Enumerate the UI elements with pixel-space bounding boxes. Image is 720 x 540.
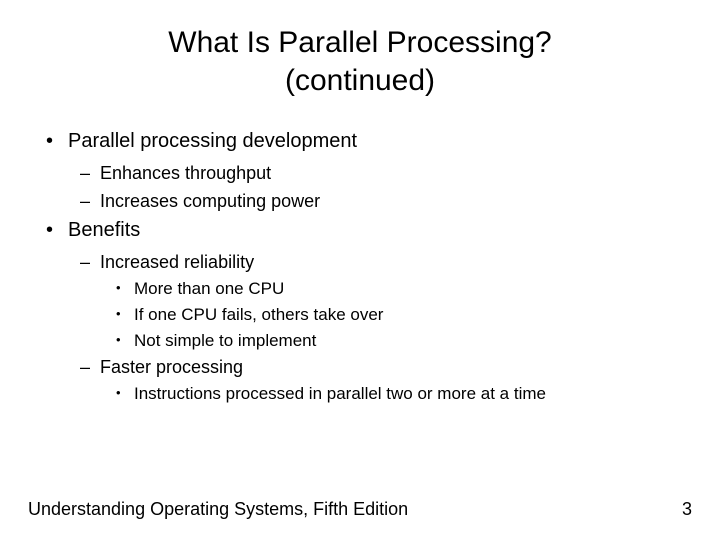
slide-footer: Understanding Operating Systems, Fifth E… <box>28 499 692 520</box>
bullet-text: More than one CPU <box>134 279 284 298</box>
bullet-text: Faster processing <box>100 357 243 377</box>
bullet-text: Enhances throughput <box>100 163 271 183</box>
bullet-throughput: Enhances throughput <box>80 160 692 186</box>
bullet-parallel-instructions: Instructions processed in parallel two o… <box>116 382 692 407</box>
bullet-parallel-dev: Parallel processing development <box>46 127 692 156</box>
slide-title: What Is Parallel Processing? (continued) <box>28 24 692 99</box>
bullet-text: Increases computing power <box>100 191 320 211</box>
bullet-text: Benefits <box>68 219 140 241</box>
bullet-text: Not simple to implement <box>134 331 316 350</box>
footer-book: Understanding Operating Systems, Fifth E… <box>28 499 408 520</box>
title-line-1: What Is Parallel Processing? <box>168 26 552 59</box>
bullet-benefits: Benefits <box>46 216 692 245</box>
bullet-computing-power: Increases computing power <box>80 188 692 214</box>
bullet-text: Increased reliability <box>100 252 254 272</box>
slide-body: Parallel processing development Enhances… <box>28 127 692 407</box>
bullet-text: If one CPU fails, others take over <box>134 305 383 324</box>
bullet-text: Parallel processing development <box>68 130 357 152</box>
bullet-cpu-failover: If one CPU fails, others take over <box>116 303 692 328</box>
bullet-more-cpu: More than one CPU <box>116 277 692 302</box>
bullet-faster: Faster processing <box>80 354 692 380</box>
bullet-reliability: Increased reliability <box>80 249 692 275</box>
bullet-not-simple: Not simple to implement <box>116 329 692 354</box>
title-line-2: (continued) <box>285 64 435 97</box>
footer-page: 3 <box>682 499 692 520</box>
bullet-text: Instructions processed in parallel two o… <box>134 384 546 403</box>
